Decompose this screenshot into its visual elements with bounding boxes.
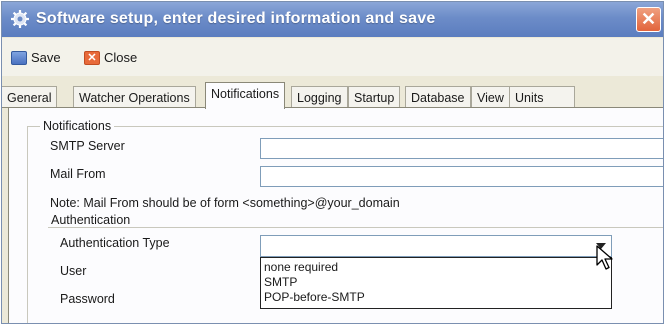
authentication-type-dropdown: none required SMTP POP-before-SMTP — [260, 257, 612, 309]
authentication-type-select[interactable] — [260, 235, 612, 257]
tab-notifications[interactable]: Notifications — [205, 82, 286, 109]
option-none-required[interactable]: none required — [264, 260, 608, 275]
tab-view[interactable]: View — [471, 86, 510, 108]
save-label: Save — [31, 50, 61, 65]
authentication-group-label: Authentication — [49, 213, 133, 227]
tab-startup[interactable]: Startup — [348, 86, 401, 108]
close-button[interactable]: ✕ Close — [84, 50, 137, 65]
smtp-server-label: SMTP Server — [50, 139, 125, 153]
gear-icon — [11, 10, 29, 28]
tab-database[interactable]: Database — [405, 86, 471, 108]
tab-strip: General Watcher Operations Notifications… — [2, 82, 663, 109]
toolbar: Save ✕ Close — [2, 38, 663, 76]
password-label: Password — [60, 292, 115, 306]
save-button[interactable]: Save — [11, 50, 61, 65]
authentication-type-label: Authentication Type — [60, 236, 170, 250]
tab-general[interactable]: General — [2, 86, 58, 108]
window-title: Software setup, enter desired informatio… — [36, 10, 436, 27]
mail-from-label: Mail From — [50, 167, 106, 181]
user-label: User — [60, 264, 87, 278]
authentication-group-border — [48, 227, 663, 228]
mail-from-note: Note: Mail From should be of form <somet… — [50, 196, 400, 210]
tab-units[interactable]: Units — [509, 86, 575, 108]
notifications-group-label: Notifications — [40, 119, 115, 133]
close-label: Close — [104, 50, 138, 65]
close-icon: ✕ — [84, 50, 100, 65]
mouse-cursor-icon — [596, 245, 613, 270]
setup-window: Software setup, enter desired informatio… — [1, 1, 664, 324]
title-bar[interactable]: Software setup, enter desired informatio… — [2, 2, 663, 37]
tab-watcher-operations[interactable]: Watcher Operations — [73, 86, 196, 108]
option-pop-before-smtp[interactable]: POP-before-SMTP — [264, 290, 608, 305]
option-smtp[interactable]: SMTP — [264, 275, 608, 290]
tab-logging[interactable]: Logging — [291, 86, 348, 108]
smtp-server-input[interactable] — [260, 138, 663, 159]
window-close-button[interactable]: ✕ — [636, 7, 661, 32]
save-icon — [11, 50, 27, 65]
mail-from-input[interactable] — [260, 166, 663, 187]
